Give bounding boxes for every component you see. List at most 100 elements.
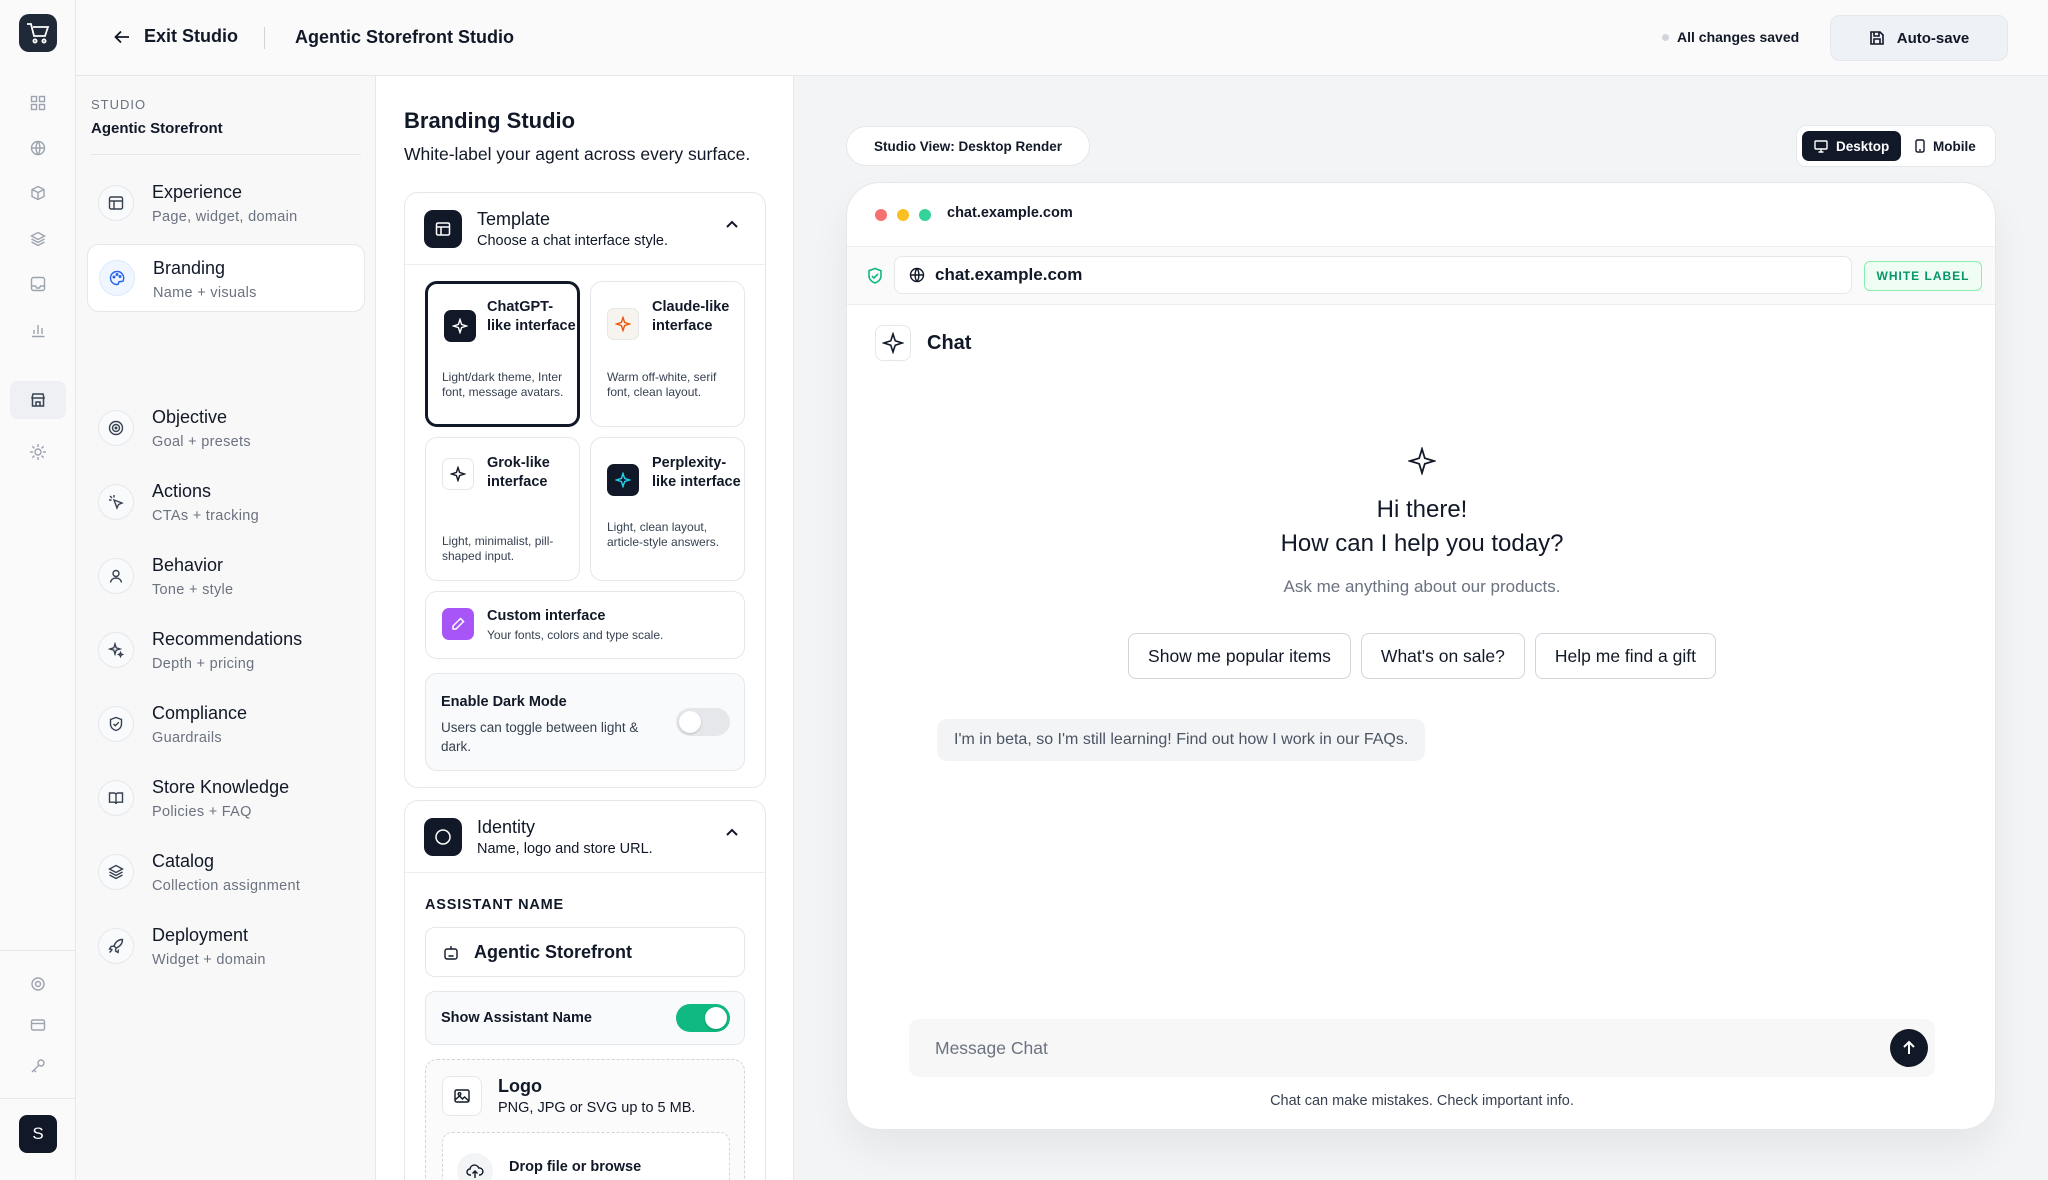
template-option-name: Grok-like interface xyxy=(487,455,550,490)
sidebar-item-subtitle: Widget + domain xyxy=(152,952,266,968)
layout-icon xyxy=(98,185,134,221)
sidebar-item-recommendations[interactable]: Recommendations Depth + pricing xyxy=(87,616,365,684)
beta-notice: I'm in beta, so I'm still learning! Find… xyxy=(937,719,1426,761)
identity-card-subtitle: Name, logo and store URL. xyxy=(477,841,653,857)
template-card-subtitle: Choose a chat interface style. xyxy=(477,233,669,249)
sparkle-settings-icon[interactable] xyxy=(24,438,52,466)
template-option-perplexity[interactable]: Perplexity-like interface Light, clean l… xyxy=(590,437,745,581)
address-bar[interactable]: chat.example.com xyxy=(894,256,1852,294)
template-option-name: Perplexity-like interface xyxy=(652,455,741,490)
template-option-chatgpt[interactable]: ChatGPT-like interface Light/dark theme,… xyxy=(425,281,580,427)
dark-mode-title: Enable Dark Mode xyxy=(441,694,567,710)
key-icon[interactable] xyxy=(24,1052,52,1080)
template-option-desc: Light, minimalist, pill-shaped input. xyxy=(442,534,554,563)
template-card-header[interactable]: Template Choose a chat interface style. xyxy=(405,193,765,265)
template-option-claude[interactable]: Claude-like interface Warm off-white, se… xyxy=(590,281,745,427)
show-assistant-name-toggle[interactable] xyxy=(676,1004,730,1032)
template-option-name: Claude-like interface xyxy=(652,299,730,334)
autosave-button[interactable]: Auto-save xyxy=(1830,15,2008,61)
sidebar-item-subtitle: Name + visuals xyxy=(153,285,257,301)
browser-titlebar: chat.example.com xyxy=(847,183,1995,247)
pencil-icon xyxy=(442,608,474,640)
greeting-subtitle: Ask me anything about our products. xyxy=(1283,577,1561,596)
sidebar-item-actions[interactable]: Actions CTAs + tracking xyxy=(87,468,365,536)
bar-chart-icon[interactable] xyxy=(24,316,52,344)
chevron-up-icon[interactable] xyxy=(725,219,739,229)
branding-panel: Branding Studio White-label your agent a… xyxy=(376,76,794,1180)
icon-rail: S xyxy=(0,0,76,1180)
sidebar-item-subtitle: Collection assignment xyxy=(152,878,301,894)
cart-logo-icon[interactable] xyxy=(19,14,57,52)
suggestion-chips: Show me popular items What's on sale? He… xyxy=(847,633,1995,679)
exit-studio-button[interactable]: Exit Studio xyxy=(114,26,238,47)
sidebar-item-experience[interactable]: Experience Page, widget, domain xyxy=(87,169,365,237)
inbox-icon[interactable] xyxy=(24,270,52,298)
sidebar-item-catalog[interactable]: Catalog Collection assignment xyxy=(87,838,365,906)
sidebar-item-behavior[interactable]: Behavior Tone + style xyxy=(87,542,365,610)
toggle-knob xyxy=(679,711,701,733)
sidebar-item-title: Recommendations xyxy=(152,629,303,649)
suggestion-chip[interactable]: Help me find a gift xyxy=(1534,633,1716,679)
globe-icon[interactable] xyxy=(24,134,52,162)
shield-check-icon xyxy=(868,267,882,284)
card-icon[interactable] xyxy=(24,1011,52,1039)
template-option-custom[interactable]: Custom interface Your fonts, colors and … xyxy=(425,591,745,659)
identity-card-header[interactable]: Identity Name, logo and store URL. xyxy=(405,801,765,873)
sidebar-item-title: Store Knowledge xyxy=(152,777,290,797)
layout-icon xyxy=(424,210,462,248)
suggestion-chip[interactable]: What's on sale? xyxy=(1360,633,1525,679)
sidebar-item-compliance[interactable]: Compliance Guardrails xyxy=(87,690,365,758)
message-composer[interactable]: Message Chat xyxy=(909,1019,1935,1077)
robot-icon xyxy=(444,946,458,960)
globe-icon xyxy=(909,267,925,283)
assistant-name-input[interactable]: Agentic Storefront xyxy=(425,927,745,977)
arrow-up-icon xyxy=(1903,1040,1915,1054)
studio-sidebar: STUDIO Agentic Storefront Experience Pag… xyxy=(76,76,376,1180)
autosave-label: Auto-save xyxy=(1896,29,1970,47)
device-mobile-button[interactable]: Mobile xyxy=(1903,131,1988,161)
white-label-badge: WHITE LABEL xyxy=(1864,261,1982,291)
sidebar-item-branding[interactable]: Branding Name + visuals xyxy=(87,244,365,312)
logo-dropzone[interactable]: Drop file or browse xyxy=(442,1132,730,1180)
device-desktop-label: Desktop xyxy=(1836,138,1890,154)
sidebar-item-store-knowledge[interactable]: Store Knowledge Policies + FAQ xyxy=(87,764,365,832)
hero-sparkle-icon xyxy=(1406,445,1438,480)
composer-placeholder: Message Chat xyxy=(935,1038,1048,1058)
storefront-icon[interactable] xyxy=(10,381,66,419)
phone-icon xyxy=(1915,139,1925,153)
cube-icon[interactable] xyxy=(24,179,52,207)
arrow-left-icon xyxy=(114,30,129,43)
gear-icon[interactable] xyxy=(24,970,52,998)
greeting-line-2: How can I help you today? xyxy=(1280,530,1564,557)
sidebar-item-objective[interactable]: Objective Goal + presets xyxy=(87,394,365,462)
device-switcher: Desktop Mobile xyxy=(1796,125,1996,167)
avatar[interactable]: S xyxy=(19,1115,57,1153)
chevron-up-icon[interactable] xyxy=(725,827,739,837)
sidebar-item-title: Actions xyxy=(152,481,212,501)
assistant-name-value: Agentic Storefront xyxy=(474,942,633,962)
template-option-grok[interactable]: Grok-like interface Light, minimalist, p… xyxy=(425,437,580,581)
send-button[interactable] xyxy=(1890,1029,1928,1067)
sparkles-icon xyxy=(98,632,134,668)
sidebar-section-label: STUDIO xyxy=(91,97,147,112)
custom-option-desc: Your fonts, colors and type scale. xyxy=(487,628,664,642)
dark-mode-desc: Users can toggle between light & dark. xyxy=(441,720,639,754)
layers-icon[interactable] xyxy=(24,225,52,253)
top-divider xyxy=(264,27,265,49)
grid-icon[interactable] xyxy=(24,89,52,117)
browser-host: chat.example.com xyxy=(947,205,1073,221)
disclaimer: Chat can make mistakes. Check important … xyxy=(1270,1093,1574,1109)
suggestion-chip[interactable]: Show me popular items xyxy=(1128,633,1351,679)
dark-mode-toggle[interactable] xyxy=(676,708,730,736)
sidebar-item-title: Objective xyxy=(152,407,228,427)
identity-card: Identity Name, logo and store URL. ASSIS… xyxy=(404,800,766,1180)
close-dot-icon xyxy=(875,209,887,221)
device-mobile-label: Mobile xyxy=(1933,138,1976,154)
status-dot-icon xyxy=(1662,33,1669,41)
sidebar-item-deployment[interactable]: Deployment Widget + domain xyxy=(87,912,365,980)
top-bar: Exit Studio Agentic Storefront Studio Al… xyxy=(76,0,2048,76)
device-desktop-button[interactable]: Desktop xyxy=(1802,131,1902,161)
show-assistant-name-label: Show Assistant Name xyxy=(441,1010,592,1026)
greeting-line-1: Hi there! xyxy=(1376,496,1468,523)
exit-studio-label: Exit Studio xyxy=(144,26,238,46)
